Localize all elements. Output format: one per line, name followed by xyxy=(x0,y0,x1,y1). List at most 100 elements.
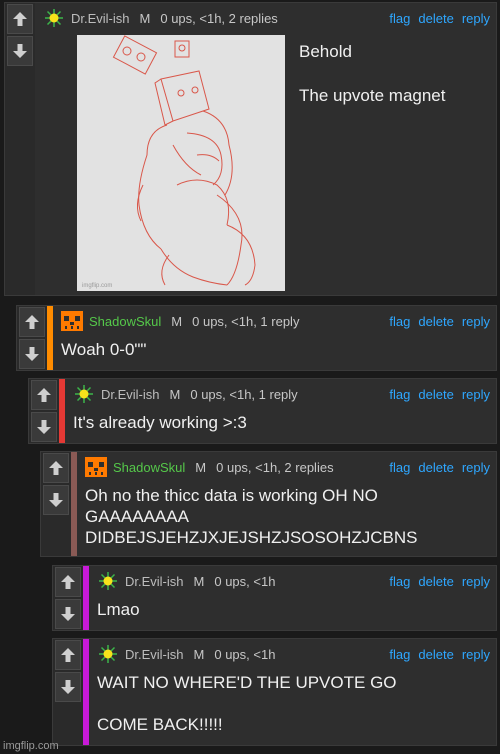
username[interactable]: Dr.Evil-ish xyxy=(125,647,184,662)
downvote-button[interactable] xyxy=(31,412,57,442)
comment-meta: 0 ups, <1h, 1 reply xyxy=(192,313,300,329)
vote-column xyxy=(53,639,83,745)
comment-text: Lmao xyxy=(97,600,140,619)
flag-link[interactable]: flag xyxy=(389,314,410,329)
vote-column xyxy=(17,306,47,370)
image-caption: imgflip.com xyxy=(82,283,113,289)
skull-icon xyxy=(85,457,107,477)
sun-icon xyxy=(43,8,65,28)
reply-link[interactable]: reply xyxy=(462,11,490,26)
downvote-button[interactable] xyxy=(19,339,45,369)
mod-badge: M xyxy=(169,386,181,402)
flag-link[interactable]: flag xyxy=(389,574,410,589)
delete-link[interactable]: delete xyxy=(418,387,453,402)
comment-meta: 0 ups, <1h, 2 replies xyxy=(160,10,278,26)
delete-link[interactable]: delete xyxy=(418,460,453,475)
skull-icon xyxy=(61,311,83,331)
mod-badge: M xyxy=(193,646,205,662)
comment-text: It's already working >:3 xyxy=(73,413,247,432)
up-arrow-icon xyxy=(13,12,27,26)
delete-link[interactable]: delete xyxy=(418,11,453,26)
vote-column xyxy=(5,3,35,295)
comment-header: ShadowSkul M 0 ups, <1h, 1 reply flag de… xyxy=(61,310,490,332)
down-arrow-icon xyxy=(61,680,75,694)
comment-content: ShadowSkul M 0 ups, <1h, 2 replies flag … xyxy=(77,452,496,556)
reply-link[interactable]: reply xyxy=(462,460,490,475)
comment-header: Dr.Evil-ish M 0 ups, <1h, 1 reply flag d… xyxy=(73,383,490,405)
comment-header: ShadowSkul M 0 ups, <1h, 2 replies flag … xyxy=(85,456,490,478)
reply-link[interactable]: reply xyxy=(462,647,490,662)
comment-text: Oh no the thicc data is working OH NO GA… xyxy=(85,486,418,547)
upvote-button[interactable] xyxy=(43,453,69,483)
comment-6: Dr.Evil-ish M 0 ups, <1h flag delete rep… xyxy=(52,638,497,746)
upvote-button[interactable] xyxy=(19,307,45,337)
mod-badge: M xyxy=(195,459,207,475)
comment-text: Behold The upvote magnet xyxy=(299,42,446,105)
comment-4: ShadowSkul M 0 ups, <1h, 2 replies flag … xyxy=(40,451,497,557)
reply-link[interactable]: reply xyxy=(462,314,490,329)
comment-meta: 0 ups, <1h xyxy=(214,646,276,662)
down-arrow-icon xyxy=(13,44,27,58)
sketch-image[interactable]: imgflip.com xyxy=(77,35,285,291)
flag-link[interactable]: flag xyxy=(389,647,410,662)
downvote-button[interactable] xyxy=(7,36,33,66)
down-arrow-icon xyxy=(49,493,63,507)
sketch-drawing xyxy=(112,35,256,286)
comment-content: Dr.Evil-ish M 0 ups, <1h, 1 reply flag d… xyxy=(65,379,496,443)
vote-column xyxy=(29,379,59,443)
username[interactable]: Dr.Evil-ish xyxy=(71,11,130,26)
username[interactable]: Dr.Evil-ish xyxy=(101,387,160,402)
comment-1: Dr.Evil-ish M 0 ups, <1h, 2 replies flag… xyxy=(4,2,497,296)
mod-badge: M xyxy=(193,573,205,589)
flag-link[interactable]: flag xyxy=(389,460,410,475)
username[interactable]: ShadowSkul xyxy=(89,314,161,329)
downvote-button[interactable] xyxy=(55,599,81,629)
flag-link[interactable]: flag xyxy=(389,387,410,402)
mod-badge: M xyxy=(171,313,183,329)
comment-text: Woah 0-0"" xyxy=(61,340,147,359)
delete-link[interactable]: delete xyxy=(418,574,453,589)
upvote-button[interactable] xyxy=(31,380,57,410)
down-arrow-icon xyxy=(37,420,51,434)
up-arrow-icon xyxy=(49,461,63,475)
up-arrow-icon xyxy=(61,575,75,589)
username[interactable]: ShadowSkul xyxy=(113,460,185,475)
reply-link[interactable]: reply xyxy=(462,574,490,589)
comment-content: Dr.Evil-ish M 0 ups, <1h, 2 replies flag… xyxy=(35,3,496,295)
comment-content: ShadowSkul M 0 ups, <1h, 1 reply flag de… xyxy=(53,306,496,370)
down-arrow-icon xyxy=(61,607,75,621)
up-arrow-icon xyxy=(61,648,75,662)
up-arrow-icon xyxy=(37,388,51,402)
reply-link[interactable]: reply xyxy=(462,387,490,402)
comment-meta: 0 ups, <1h, 1 reply xyxy=(190,386,298,402)
sun-icon xyxy=(73,384,95,404)
upvote-button[interactable] xyxy=(55,567,81,597)
comment-actions: flag delete reply xyxy=(389,574,490,589)
comment-header: Dr.Evil-ish M 0 ups, <1h flag delete rep… xyxy=(97,643,490,665)
watermark: imgflip.com xyxy=(3,740,59,752)
delete-link[interactable]: delete xyxy=(418,647,453,662)
down-arrow-icon xyxy=(25,347,39,361)
username[interactable]: Dr.Evil-ish xyxy=(125,574,184,589)
comment-text: WAIT NO WHERE'D THE UPVOTE GO COME BACK!… xyxy=(97,673,397,734)
sun-icon xyxy=(97,644,119,664)
upvote-button[interactable] xyxy=(7,4,33,34)
comment-actions: flag delete reply xyxy=(389,314,490,329)
comment-meta: 0 ups, <1h xyxy=(214,573,276,589)
vote-column xyxy=(53,566,83,630)
comment-header: Dr.Evil-ish M 0 ups, <1h flag delete rep… xyxy=(97,570,490,592)
comment-actions: flag delete reply xyxy=(389,387,490,402)
mod-badge: M xyxy=(139,10,151,26)
sun-icon xyxy=(97,571,119,591)
downvote-button[interactable] xyxy=(55,672,81,702)
comment-actions: flag delete reply xyxy=(389,647,490,662)
vote-column xyxy=(41,452,71,556)
comment-meta: 0 ups, <1h, 2 replies xyxy=(216,459,334,475)
flag-link[interactable]: flag xyxy=(389,11,410,26)
upvote-button[interactable] xyxy=(55,640,81,670)
comment-content: Dr.Evil-ish M 0 ups, <1h flag delete rep… xyxy=(89,639,496,745)
downvote-button[interactable] xyxy=(43,485,69,515)
delete-link[interactable]: delete xyxy=(418,314,453,329)
comment-actions: flag delete reply xyxy=(389,11,490,26)
comment-header: Dr.Evil-ish M 0 ups, <1h, 2 replies flag… xyxy=(43,7,490,29)
